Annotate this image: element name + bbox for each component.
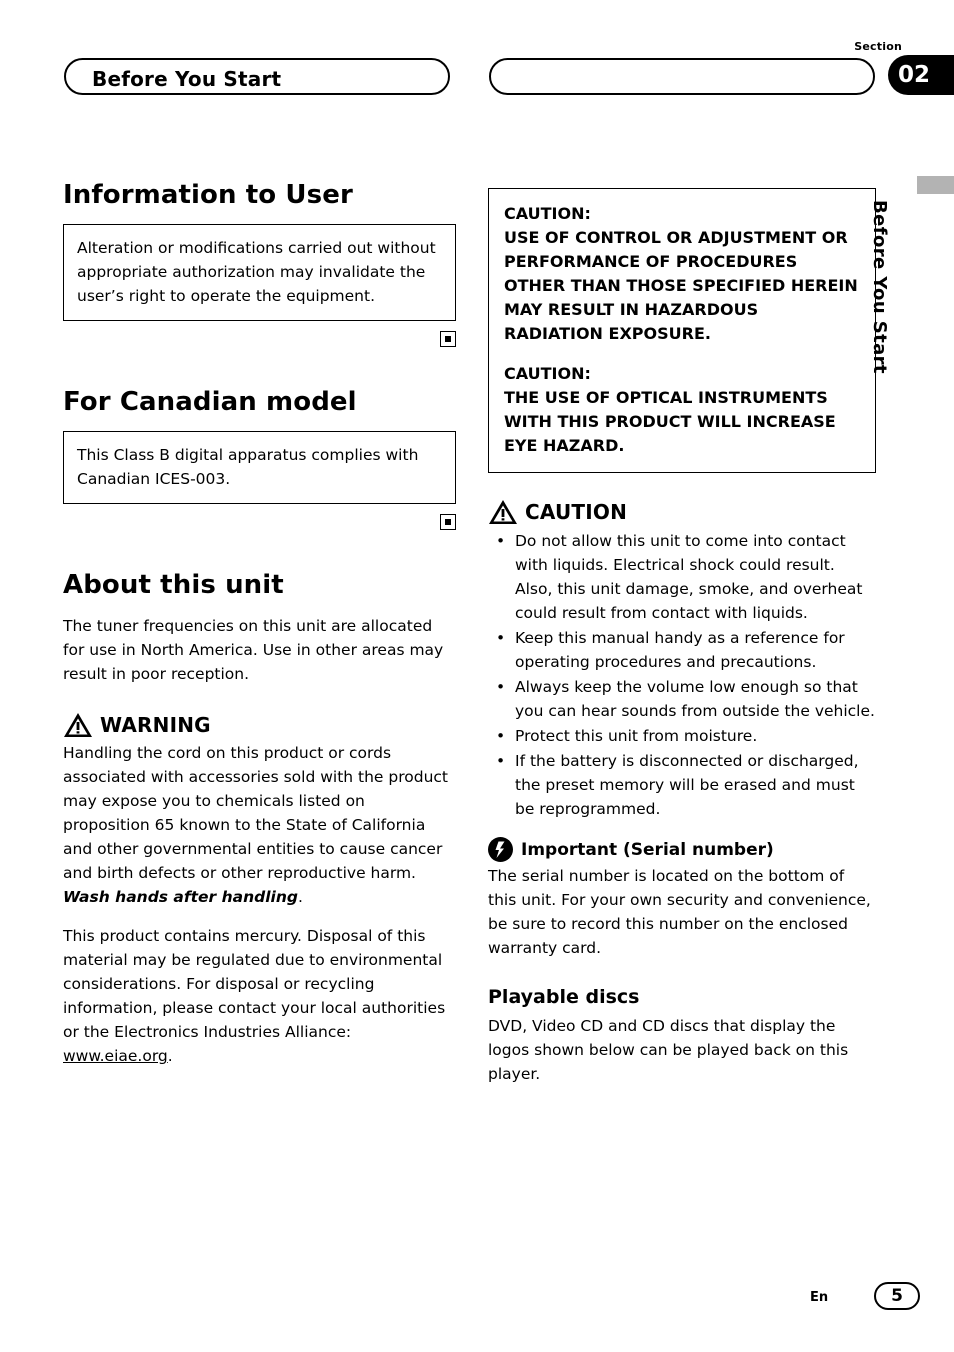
caution-title: CAUTION — [525, 500, 628, 524]
warning-paragraph-2: This product contains mercury. Disposal … — [63, 924, 456, 1068]
caution-label-2: CAUTION: — [504, 364, 591, 383]
information-to-user-box: Alteration or modifications carried out … — [63, 224, 456, 322]
eiae-link[interactable]: www.eiae.org — [63, 1047, 168, 1065]
left-column: Information to User Alteration or modifi… — [63, 180, 456, 1068]
warning-triangle-icon — [488, 499, 518, 525]
section-end-marker — [440, 331, 456, 348]
list-item: Keep this manual handy as a reference fo… — [488, 626, 876, 674]
list-item: Do not allow this unit to come into cont… — [488, 529, 876, 625]
list-item: Always keep the volume low enough so tha… — [488, 675, 876, 723]
caution-text-2: THE USE OF OPTICAL INSTRUMENTS WITH THIS… — [504, 388, 836, 455]
important-heading: Important (Serial number) — [488, 837, 876, 863]
note-circle-icon — [488, 837, 513, 863]
heading-information-to-user: Information to User — [63, 180, 353, 210]
warning-p1-text: Handling the cord on this product or cor… — [63, 744, 449, 883]
caution-label-1: CAUTION: — [504, 204, 591, 223]
caution-text-1: USE OF CONTROL OR ADJUSTMENT OR PERFORMA… — [504, 228, 858, 343]
playable-discs-text: DVD, Video CD and CD discs that display … — [488, 1017, 849, 1084]
warning-p2-period: . — [167, 1047, 173, 1066]
running-head-right — [489, 58, 875, 95]
warning-heading: WARNING — [63, 712, 456, 738]
section-label: Section — [854, 40, 902, 53]
edge-tab-marker — [917, 176, 954, 194]
section-number-badge: 02 — [888, 55, 954, 95]
canadian-model-box: This Class B digital apparatus complies … — [63, 431, 456, 505]
radiation-caution-box: CAUTION: USE OF CONTROL OR ADJUSTMENT OR… — [488, 188, 876, 473]
warning-title: WARNING — [100, 713, 211, 738]
right-column: CAUTION: USE OF CONTROL OR ADJUSTMENT OR… — [488, 188, 876, 1086]
running-head-left: Before You Start — [64, 58, 450, 95]
warning-p1-period: . — [297, 888, 303, 907]
heading-about-this-unit: About this unit — [63, 570, 284, 601]
footer-page-number: 5 — [874, 1282, 920, 1310]
warning-p1-emphasis: Wash hands after handling — [63, 888, 298, 907]
heading-playable-discs: Playable discs — [488, 986, 640, 1009]
list-item: Protect this unit from moisture. — [488, 724, 876, 748]
warning-triangle-icon — [63, 712, 93, 738]
footer-language: En — [810, 1290, 829, 1305]
heading-for-canadian-model: For Canadian model — [63, 387, 357, 418]
running-head-label: Before You Start — [92, 67, 282, 91]
list-item: If the battery is disconnected or discha… — [488, 749, 876, 821]
section-end-marker-2 — [440, 514, 456, 531]
caution-heading: CAUTION — [488, 499, 876, 525]
caution-bullet-list: Do not allow this unit to come into cont… — [488, 529, 876, 821]
important-title: Important (Serial number) — [521, 839, 774, 860]
warning-p2-text: This product contains mercury. Disposal … — [63, 927, 446, 1042]
important-text: The serial number is located on the bott… — [488, 867, 871, 958]
about-this-unit-text: The tuner frequencies on this unit are a… — [63, 617, 444, 684]
document-page: Before You Start Section 02 Before You S… — [0, 0, 954, 1352]
warning-paragraph-1: Handling the cord on this product or cor… — [63, 741, 456, 909]
